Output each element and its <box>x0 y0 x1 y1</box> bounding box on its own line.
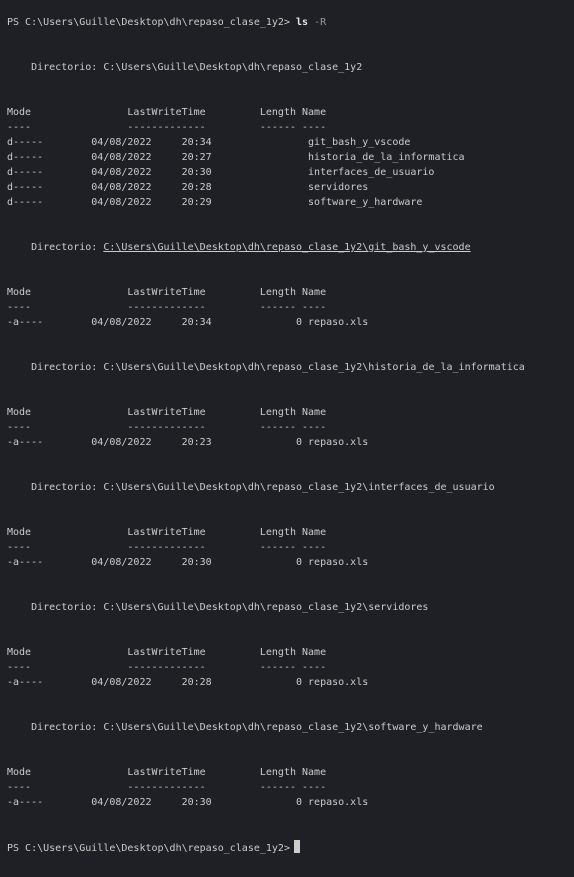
directory-label: Directorio: <box>31 242 104 253</box>
listing-row: -a---- 04/08/2022 20:34 0 repaso.xls <box>7 317 369 328</box>
column-header-rule: ---- ------------- ------ ---- <box>7 122 327 133</box>
final-prompt-line[interactable]: PS C:\Users\Guille\Desktop\dh\repaso_cla… <box>7 840 573 855</box>
listing-row: d----- 04/08/2022 20:34 git_bash_y_vscod… <box>7 137 411 148</box>
directory-path: C:\Users\Guille\Desktop\dh\repaso_clase_… <box>103 482 495 493</box>
directory-line: Directorio: C:\Users\Guille\Desktop\dh\r… <box>7 720 573 735</box>
directory-path: C:\Users\Guille\Desktop\dh\repaso_clase_… <box>103 362 525 373</box>
listing-row: -a---- 04/08/2022 20:28 0 repaso.xls <box>7 677 369 688</box>
directory-label: Directorio: <box>31 62 104 73</box>
directory-line: Directorio: C:\Users\Guille\Desktop\dh\r… <box>7 60 573 75</box>
directory-path-link[interactable]: C:\Users\Guille\Desktop\dh\repaso_clase_… <box>103 242 470 253</box>
listing-row: d----- 04/08/2022 20:27 historia_de_la_i… <box>7 152 465 163</box>
listing-row: d----- 04/08/2022 20:30 interfaces_de_us… <box>7 167 435 178</box>
directory-line: Directorio: C:\Users\Guille\Desktop\dh\r… <box>7 480 573 495</box>
column-header: Mode LastWriteTime Length Name <box>7 407 327 418</box>
column-header-rule: ---- ------------- ------ ---- <box>7 302 327 313</box>
directory-path: C:\Users\Guille\Desktop\dh\repaso_clase_… <box>103 602 429 613</box>
column-header: Mode LastWriteTime Length Name <box>7 287 327 298</box>
prompt-line: PS C:\Users\Guille\Desktop\dh\repaso_cla… <box>7 15 573 30</box>
directory-label: Directorio: <box>31 482 104 493</box>
listing-row: -a---- 04/08/2022 20:23 0 repaso.xls <box>7 437 369 448</box>
directory-label: Directorio: <box>31 362 104 373</box>
directory-path: C:\Users\Guille\Desktop\dh\repaso_clase_… <box>103 722 483 733</box>
column-header: Mode LastWriteTime Length Name <box>7 107 327 118</box>
directory-label: Directorio: <box>31 722 104 733</box>
terminal-window[interactable]: PS C:\Users\Guille\Desktop\dh\repaso_cla… <box>0 0 574 877</box>
final-prompt-path: PS C:\Users\Guille\Desktop\dh\repaso_cla… <box>7 843 290 854</box>
column-header-rule: ---- ------------- ------ ---- <box>7 542 327 553</box>
directory-line: Directorio: C:\Users\Guille\Desktop\dh\r… <box>7 240 573 255</box>
column-header: Mode LastWriteTime Length Name <box>7 527 327 538</box>
column-header: Mode LastWriteTime Length Name <box>7 767 327 778</box>
column-header-rule: ---- ------------- ------ ---- <box>7 782 327 793</box>
column-header-rule: ---- ------------- ------ ---- <box>7 662 327 673</box>
column-header: Mode LastWriteTime Length Name <box>7 647 327 658</box>
listing-row: d----- 04/08/2022 20:28 servidores <box>7 182 369 193</box>
directory-label: Directorio: <box>31 602 104 613</box>
listing-row: -a---- 04/08/2022 20:30 0 repaso.xls <box>7 557 369 568</box>
prompt-path: PS C:\Users\Guille\Desktop\dh\repaso_cla… <box>7 17 290 28</box>
directory-line: Directorio: C:\Users\Guille\Desktop\dh\r… <box>7 360 573 375</box>
command-text: ls <box>296 17 309 28</box>
listing-row: d----- 04/08/2022 20:29 software_y_hardw… <box>7 197 423 208</box>
directory-path: C:\Users\Guille\Desktop\dh\repaso_clase_… <box>103 62 363 73</box>
listing-row: -a---- 04/08/2022 20:30 0 repaso.xls <box>7 797 369 808</box>
directory-line: Directorio: C:\Users\Guille\Desktop\dh\r… <box>7 600 573 615</box>
text-cursor[interactable] <box>293 840 300 853</box>
column-header-rule: ---- ------------- ------ ---- <box>7 422 327 433</box>
command-argument: -R <box>314 17 327 28</box>
